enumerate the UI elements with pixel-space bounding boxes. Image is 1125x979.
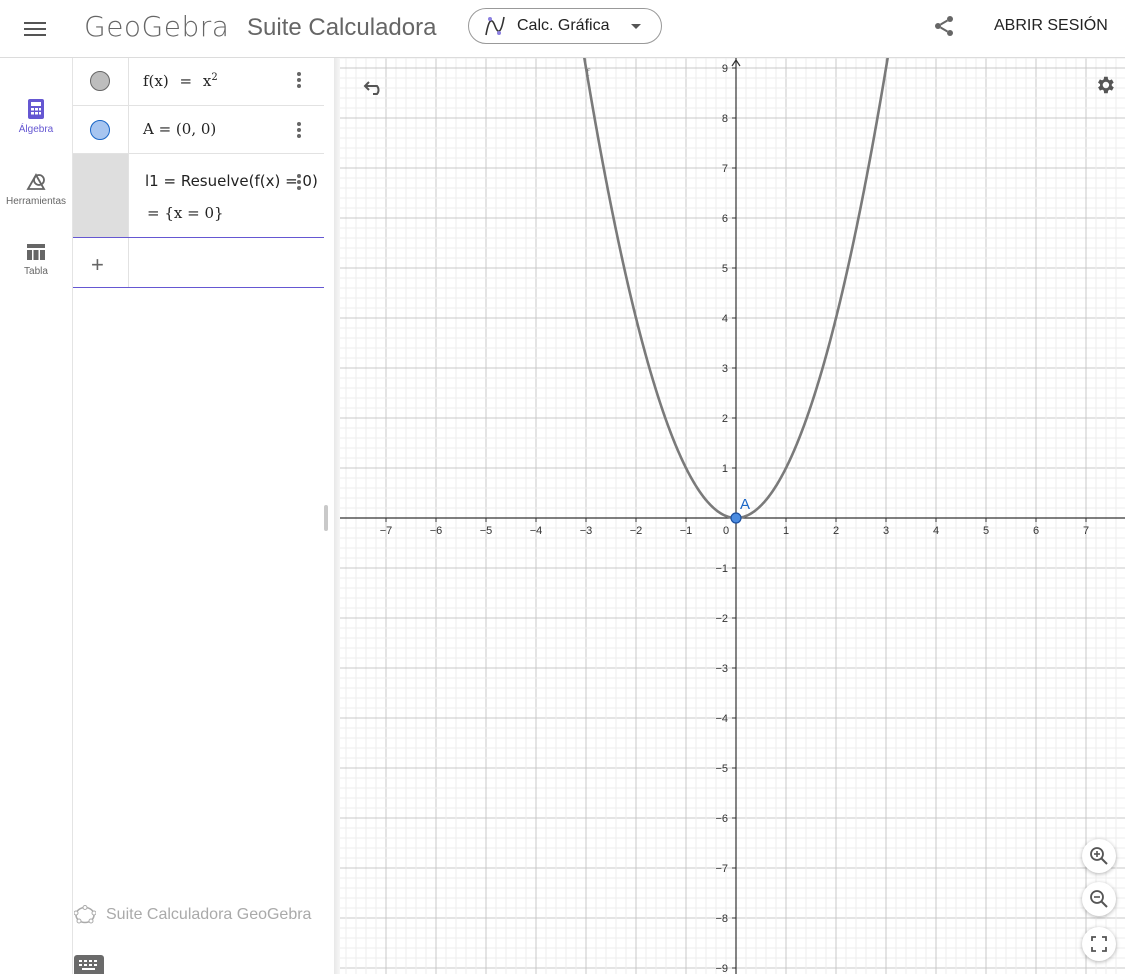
algebra-row-function[interactable]: f(x) = x2	[73, 58, 324, 106]
solve-command[interactable]: l1 = Resuelve(f(x) = 0)	[145, 172, 318, 190]
calculator-icon	[28, 99, 44, 119]
left-navigation-rail: Álgebra Herramientas Tabla	[0, 58, 72, 974]
geogebra-logo: GeoGebra	[84, 10, 230, 43]
curve-label: f	[586, 68, 591, 79]
rail-label-tools: Herramientas	[5, 196, 67, 207]
marble-cell	[73, 154, 129, 237]
footer-brand: Suite Calculadora GeoGebra	[74, 905, 311, 925]
rail-label-algebra: Álgebra	[18, 124, 54, 135]
algebra-input-row[interactable]: +	[73, 238, 324, 288]
row-menu-icon[interactable]	[293, 120, 305, 140]
graph-curve-icon	[485, 16, 505, 36]
table-icon	[27, 244, 45, 260]
point-label: A	[740, 496, 750, 513]
y-tick-label: 6	[722, 213, 728, 225]
rail-item-algebra[interactable]: Álgebra	[0, 98, 72, 158]
y-tick-label: −1	[715, 563, 728, 575]
x-tick-label: 3	[883, 525, 889, 537]
point-definition[interactable]: A = (0, 0)	[143, 120, 216, 138]
y-tick-label: 9	[722, 63, 728, 75]
suite-title: Suite Calculadora	[247, 14, 437, 41]
x-tick-label: 2	[833, 525, 839, 537]
algebra-row-point[interactable]: A = (0, 0)	[73, 106, 324, 154]
zoom-in-icon	[1090, 847, 1108, 865]
y-tick-label: −8	[715, 913, 728, 925]
x-tick-label: −3	[580, 525, 593, 537]
exponent: 2	[211, 72, 218, 83]
y-tick-label: −7	[715, 863, 728, 875]
y-tick-label: 5	[722, 263, 728, 275]
y-tick-label: −9	[715, 963, 728, 974]
row-menu-icon[interactable]	[293, 70, 305, 90]
solve-result: = {x = 0}	[147, 204, 224, 222]
y-tick-label: 4	[722, 313, 728, 325]
x-tick-label: −1	[680, 525, 693, 537]
y-tick-label: −4	[715, 713, 728, 725]
x-tick-label: 7	[1083, 525, 1089, 537]
y-tick-label: −3	[715, 663, 728, 675]
graph-canvas[interactable]: −7 −6 −5 −4 −3 −2 −1 0 1 2 3 4 5 6 7 9 8 7 6 5 4 3 2 1 −1 −2 −3 −4 −…	[340, 58, 1125, 974]
geogebra-logo-icon	[74, 905, 96, 924]
x-tick-label: −4	[530, 525, 543, 537]
app-picker-dropdown[interactable]: Calc. Gráfica	[468, 8, 662, 44]
zoom-out-icon	[1090, 890, 1108, 908]
y-tick-label: 1	[722, 463, 728, 475]
y-tick-label: 8	[722, 113, 728, 125]
x-tick-label: −5	[480, 525, 493, 537]
caret-down-icon	[631, 24, 641, 29]
undo-icon[interactable]	[363, 76, 387, 96]
x-tick-label: 0	[723, 525, 729, 537]
fullscreen-icon	[1091, 936, 1107, 952]
zoom-in-button[interactable]	[1082, 839, 1116, 873]
x-tick-label: 5	[983, 525, 989, 537]
rail-item-table[interactable]: Tabla	[0, 242, 72, 302]
settings-gear-icon[interactable]	[1094, 74, 1116, 96]
marble-cell	[73, 58, 129, 105]
sign-in-button[interactable]: ABRIR SESIÓN	[994, 17, 1108, 35]
y-tick-label: 3	[722, 363, 728, 375]
zoom-out-button[interactable]	[1082, 882, 1116, 916]
share-icon[interactable]	[932, 14, 956, 38]
y-tick-label: −2	[715, 613, 728, 625]
marble-cell: +	[73, 238, 129, 287]
equals-sign: =	[179, 72, 193, 90]
x-tick-label: 1	[783, 525, 789, 537]
graphics-view[interactable]: −7 −6 −5 −4 −3 −2 −1 0 1 2 3 4 5 6 7 9 8 7 6 5 4 3 2 1 −1 −2 −3 −4 −…	[340, 58, 1125, 974]
x-tick-label: 6	[1033, 525, 1039, 537]
y-tick-label: 7	[722, 163, 728, 175]
x-tick-label: −2	[630, 525, 643, 537]
add-icon[interactable]: +	[91, 252, 104, 278]
marble-cell	[73, 106, 129, 153]
hamburger-menu-icon[interactable]	[22, 16, 48, 42]
footer-brand-text: Suite Calculadora GeoGebra	[106, 906, 312, 923]
app-picker-label: Calc. Gráfica	[517, 17, 610, 34]
y-tick-label: −5	[715, 763, 728, 775]
row-menu-icon[interactable]	[293, 172, 305, 192]
point-a[interactable]	[730, 512, 742, 524]
y-tick-label: 2	[722, 413, 728, 425]
algebra-row-solve[interactable]: l1 = Resuelve(f(x) = 0) = {x = 0}	[73, 154, 324, 238]
function-definition[interactable]: f(x) = x2	[143, 72, 218, 90]
panel-resize-handle[interactable]	[324, 505, 328, 531]
keyboard-icon[interactable]	[74, 955, 104, 974]
keyboard-keys	[79, 960, 97, 970]
algebra-view: f(x) = x2 A = (0, 0) l1 = Resuelve(f(x) …	[72, 58, 334, 974]
function-name: f(x)	[143, 72, 169, 90]
top-bar: GeoGebra Suite Calculadora Calc. Gráfica…	[0, 0, 1125, 58]
x-tick-label: −6	[430, 525, 443, 537]
rail-label-table: Tabla	[24, 266, 48, 277]
x-tick-label: 4	[933, 525, 939, 537]
x-tick-label: −7	[380, 525, 393, 537]
fullscreen-button[interactable]	[1082, 927, 1116, 961]
rail-item-tools[interactable]: Herramientas	[0, 170, 72, 230]
visibility-marble[interactable]	[90, 120, 110, 140]
y-tick-label: −6	[715, 813, 728, 825]
visibility-marble[interactable]	[90, 71, 110, 91]
shapes-icon	[26, 173, 46, 190]
